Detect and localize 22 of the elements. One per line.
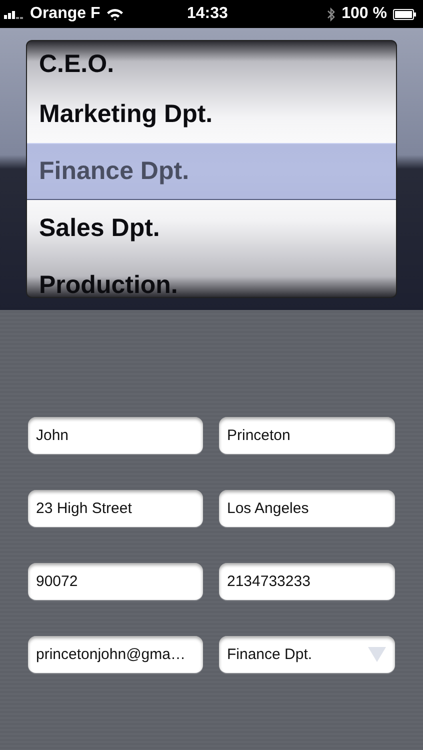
input-field[interactable]: 23 High Street [28, 490, 203, 527]
input-field[interactable]: 90072 [28, 563, 203, 600]
battery-percent: 100 % [342, 5, 387, 23]
picker-option[interactable]: C.E.O. [27, 41, 396, 86]
input-field[interactable]: Los Angeles [219, 490, 395, 527]
picker-option[interactable]: Sales Dpt. [27, 200, 396, 257]
picker-option[interactable]: Finance Dpt. [27, 143, 396, 200]
input-field[interactable]: princetonjohn@gma… [28, 636, 203, 673]
battery-icon [393, 8, 417, 20]
bluetooth-icon [326, 6, 336, 22]
input-field[interactable]: John [28, 417, 203, 454]
picker-option[interactable]: Production. [27, 257, 396, 297]
input-field[interactable]: 2134733233 [219, 563, 395, 600]
wifi-icon [106, 8, 124, 20]
clock-time: 14:33 [187, 5, 228, 23]
carrier-name: Orange F [30, 5, 100, 23]
input-field[interactable]: Princeton [219, 417, 395, 454]
dropdown-arrow-icon [368, 647, 386, 662]
picker-wheel[interactable]: C.E.O. Marketing Dpt. Finance Dpt. Sales Dpt. Production. [26, 40, 397, 298]
signal-icon [4, 9, 24, 19]
dropdown-field[interactable]: Finance Dpt. [219, 636, 395, 673]
picker-option[interactable]: Marketing Dpt. [27, 86, 396, 143]
